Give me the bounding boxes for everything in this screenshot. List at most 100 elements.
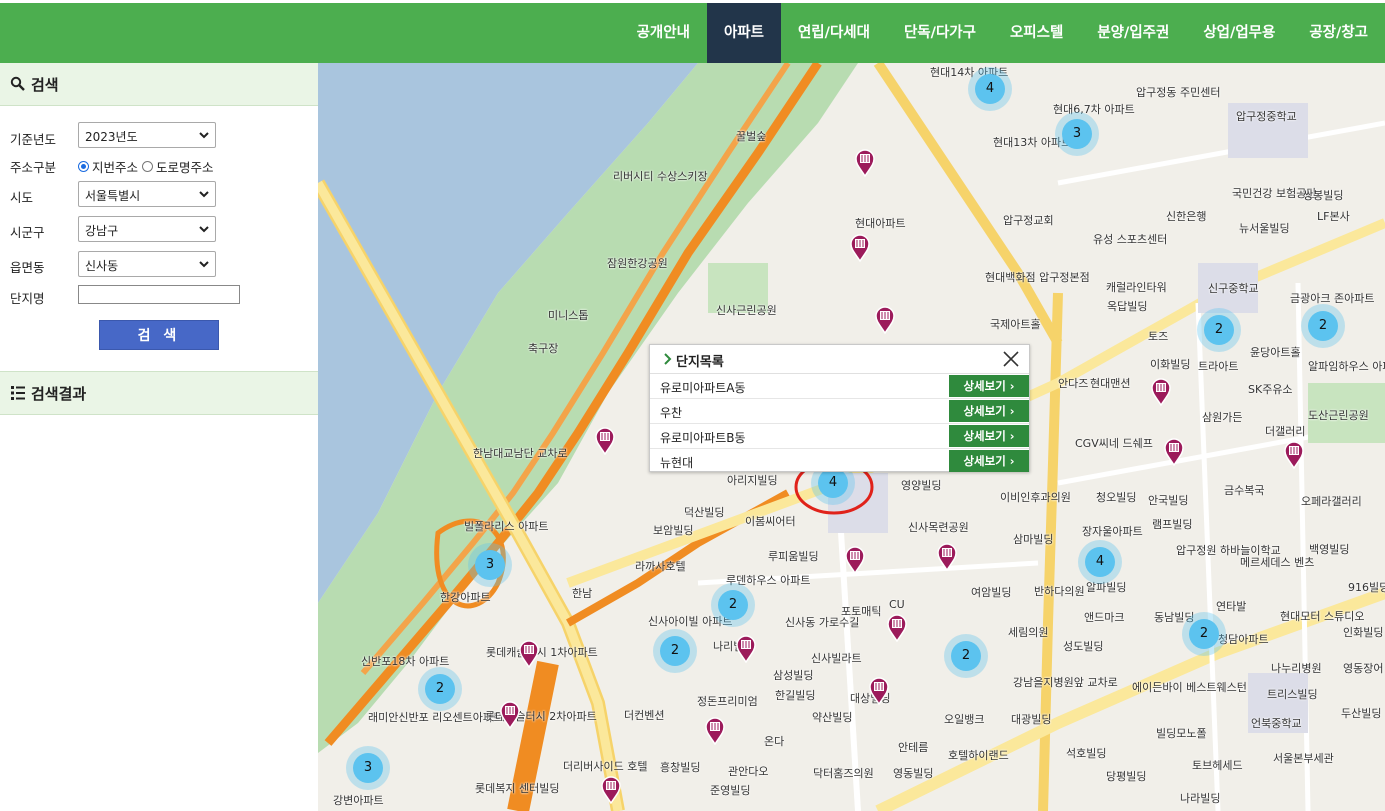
map-label: 강변아파트 — [333, 794, 384, 807]
map-label: 호텔하이랜드 — [948, 749, 1009, 762]
map-label: 현대13차 아파트 — [993, 136, 1072, 149]
map-label: 캐럴라인타워 — [1106, 281, 1167, 294]
popup-title: 단지목록 — [676, 355, 724, 370]
apartment-pin-icon[interactable] — [595, 427, 615, 455]
map-label: 래미안신반포 리오센트아파트 — [368, 711, 504, 724]
map-label: 옥답빌딩 — [1107, 300, 1148, 313]
map-label: 압구정교회 — [1003, 214, 1054, 227]
apartment-pin-icon[interactable] — [500, 701, 520, 729]
apartment-pin-icon[interactable] — [850, 234, 870, 262]
map-view[interactable]: 현대14차 아파트 압구정동 주민센터 현대6,7차 아파트 현대13차 아파트… — [318, 63, 1385, 811]
cluster-marker[interactable]: 3 — [353, 753, 383, 783]
apartment-pin-icon[interactable] — [845, 546, 865, 574]
apartment-pin-icon[interactable] — [1151, 378, 1171, 406]
cluster-marker[interactable]: 2 — [1308, 311, 1338, 341]
map-label: LF본사 — [1317, 210, 1350, 223]
sigungu-select[interactable]: 강남구 — [78, 216, 216, 242]
complex-name: 우찬 — [660, 406, 683, 420]
map-label: 성도빌딩 — [1063, 640, 1104, 653]
detail-view-label: 상세보기 — [963, 379, 1006, 393]
map-label: 나라빌딩 — [1180, 792, 1221, 805]
apartment-pin-icon[interactable] — [705, 717, 725, 745]
map-label: 덕산빌딩 — [684, 506, 725, 519]
detail-view-button[interactable]: 상세보기 › — [949, 425, 1029, 447]
map-label: 더리버사이드 호텔 — [563, 760, 648, 773]
complex-label: 단지명 — [10, 291, 45, 306]
cluster-marker[interactable]: 2 — [1204, 315, 1234, 345]
jibun-address-radio[interactable] — [78, 161, 89, 172]
list-icon — [11, 386, 25, 400]
apartment-pin-icon[interactable] — [887, 614, 907, 642]
cluster-marker[interactable]: 2 — [660, 636, 690, 666]
map-label: 라까사호텔 — [635, 560, 686, 573]
cluster-marker[interactable]: 2 — [951, 641, 981, 671]
cluster-marker[interactable]: 4 — [1085, 547, 1115, 577]
apartment-pin-icon[interactable] — [519, 640, 539, 668]
map-label: 이비인후과의원 — [1000, 491, 1071, 504]
nav-item-officetel[interactable]: 오피스텔 — [993, 3, 1080, 63]
map-label: 앤드마크 — [1084, 611, 1125, 624]
detail-view-label: 상세보기 — [963, 404, 1006, 418]
nav-item-presale[interactable]: 분양/입주권 — [1080, 3, 1186, 63]
apartment-pin-icon[interactable] — [601, 776, 621, 804]
map-label: 윤당아트홀 — [1250, 346, 1301, 359]
map-label: 트리스빌딩 — [1267, 688, 1318, 701]
top-navigation-bar: 공개안내 아파트 연립/다세대 단독/다가구 오피스텔 분양/입주권 상업/업무… — [0, 0, 1385, 63]
cluster-marker[interactable]: 3 — [1062, 119, 1092, 149]
chevron-down-icon — [199, 132, 209, 139]
map-label: 메르세데스 벤츠 — [1240, 556, 1315, 569]
nav-item-commercial[interactable]: 상업/업무용 — [1186, 3, 1292, 63]
cluster-marker[interactable]: 2 — [1189, 619, 1219, 649]
map-label: 포토매틱 — [841, 605, 882, 618]
cluster-marker[interactable]: 2 — [425, 674, 455, 704]
cluster-marker[interactable]: 3 — [475, 550, 505, 580]
map-label: 금광아크 존아파트 — [1290, 292, 1375, 305]
map-label: CGV씨네 드쉐프 — [1075, 437, 1153, 450]
search-sidebar: 검색 기준년도 2023년도 주소구분 지번주소 도로명주소 시도 서울특별시 … — [0, 63, 319, 811]
road-address-label: 도로명주소 — [156, 160, 214, 175]
nav-item-notice[interactable]: 공개안내 — [620, 3, 707, 63]
map-label: 여암빌딩 — [971, 586, 1012, 599]
sido-select[interactable]: 서울특별시 — [78, 181, 216, 207]
map-label: 도산근린공원 — [1308, 409, 1369, 422]
close-icon[interactable] — [1003, 351, 1019, 367]
apartment-pin-icon[interactable] — [875, 306, 895, 334]
apartment-pin-icon[interactable] — [736, 635, 756, 663]
eupmyeondong-select-value: 신사동 — [85, 259, 119, 273]
eupmyeondong-select[interactable]: 신사동 — [78, 251, 216, 277]
map-label: 현대모터 스튜디오 — [1280, 610, 1365, 623]
address-type-options: 지번주소 도로명주소 — [78, 157, 214, 176]
search-button[interactable]: 검 색 — [99, 320, 219, 350]
detail-view-button[interactable]: 상세보기 › — [949, 375, 1029, 397]
complex-name: 뉴현대 — [660, 456, 694, 470]
apartment-pin-icon[interactable] — [869, 677, 889, 705]
detail-view-button[interactable]: 상세보기 › — [949, 450, 1029, 472]
sigungu-label: 시군구 — [10, 225, 45, 240]
road-address-radio[interactable] — [142, 161, 154, 172]
apartment-pin-icon[interactable] — [855, 149, 875, 177]
map-label: 한남대교남단 교차로 — [473, 447, 568, 460]
nav-item-factory[interactable]: 공장/창고 — [1292, 3, 1385, 63]
detail-view-button[interactable]: 상세보기 › — [949, 400, 1029, 422]
nav-item-rowhouse[interactable]: 연립/다세대 — [781, 3, 887, 63]
chevron-down-icon — [199, 261, 209, 268]
map-label: CU — [889, 598, 905, 611]
year-select[interactable]: 2023년도 — [78, 122, 216, 148]
map-label: 청담아파트 — [1218, 633, 1269, 646]
apartment-pin-icon[interactable] — [937, 543, 957, 571]
map-label: 빌폴라리스 아파트 — [464, 520, 549, 533]
chevron-down-icon — [199, 191, 209, 198]
cluster-marker[interactable]: 2 — [718, 590, 748, 620]
map-label: 트라아트 — [1198, 360, 1239, 373]
map-label: 더갤러리 — [1265, 425, 1306, 438]
map-label: 석호빌딩 — [1066, 747, 1107, 760]
nav-item-detached-house[interactable]: 단독/다가구 — [887, 3, 993, 63]
nav-item-apartment[interactable]: 아파트 — [706, 3, 781, 63]
apartment-pin-icon[interactable] — [1284, 441, 1304, 469]
sido-label: 시도 — [10, 190, 34, 205]
map-label: 금수복국 — [1224, 484, 1265, 497]
map-label: 나누리병원 — [1271, 662, 1322, 675]
complex-name-input[interactable] — [78, 285, 240, 304]
apartment-pin-icon[interactable] — [1164, 438, 1184, 466]
cluster-marker[interactable]: 4 — [975, 74, 1005, 104]
